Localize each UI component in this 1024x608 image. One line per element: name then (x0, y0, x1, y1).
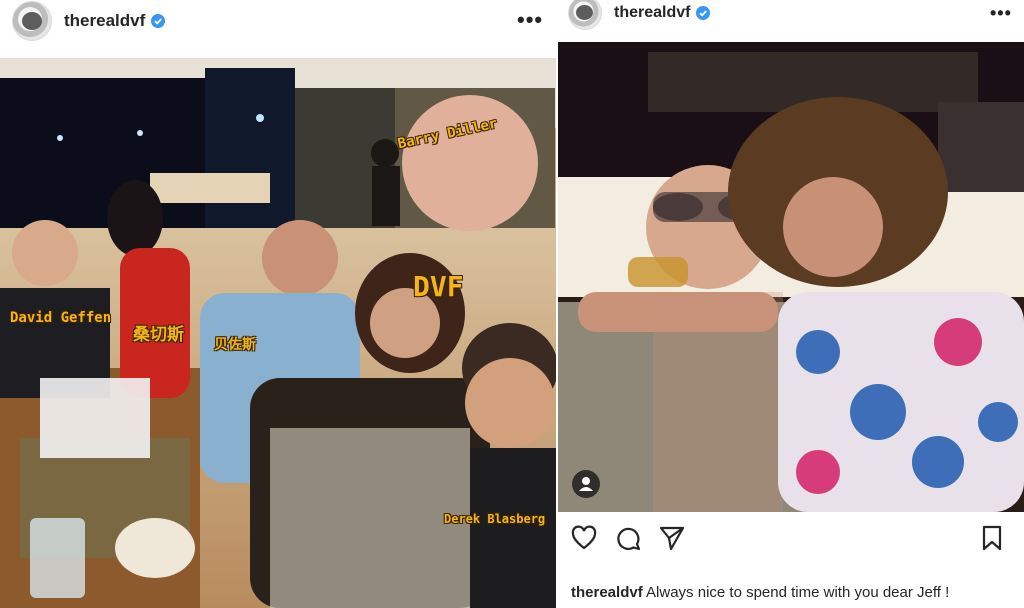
heart-icon[interactable] (570, 524, 598, 552)
tag-person-6: Derek Blasberg (444, 512, 546, 526)
avatar[interactable] (568, 0, 602, 30)
more-options-icon[interactable]: ••• (990, 4, 1012, 22)
tag-person-4: DVF (413, 270, 464, 303)
username[interactable]: therealdvf (64, 11, 145, 31)
right-photo-illustration (558, 42, 1024, 512)
tag-person-1: David Geffen (10, 310, 112, 326)
more-options-icon[interactable]: ••• (517, 9, 543, 31)
caption-text: Always nice to spend time with you dear … (646, 584, 950, 601)
username[interactable]: therealdvf (614, 4, 690, 22)
tag-person-3: 贝佐斯 (214, 337, 256, 353)
avatar[interactable] (12, 1, 52, 41)
tagged-people-icon[interactable] (572, 470, 600, 498)
avatar-face (22, 12, 42, 30)
person-icon (579, 477, 593, 491)
tag-person-2: 桑切斯 (133, 325, 184, 345)
avatar-face (576, 5, 593, 20)
bookmark-icon[interactable] (978, 524, 1006, 552)
caption: therealdvf Always nice to spend time wit… (571, 584, 949, 601)
left-post-photo[interactable]: David Geffen 桑切斯 贝佐斯 DVF Barry Diller De… (0, 58, 556, 608)
verified-badge-icon (151, 14, 166, 28)
right-post-photo[interactable] (558, 42, 1024, 512)
share-icon[interactable] (658, 524, 686, 552)
action-bar (566, 520, 1016, 556)
left-post-header: therealdvf (12, 0, 166, 42)
right-post-header: therealdvf (568, 0, 711, 34)
caption-username[interactable]: therealdvf (571, 584, 643, 601)
comment-icon[interactable] (614, 524, 642, 552)
verified-badge-icon (696, 6, 711, 20)
